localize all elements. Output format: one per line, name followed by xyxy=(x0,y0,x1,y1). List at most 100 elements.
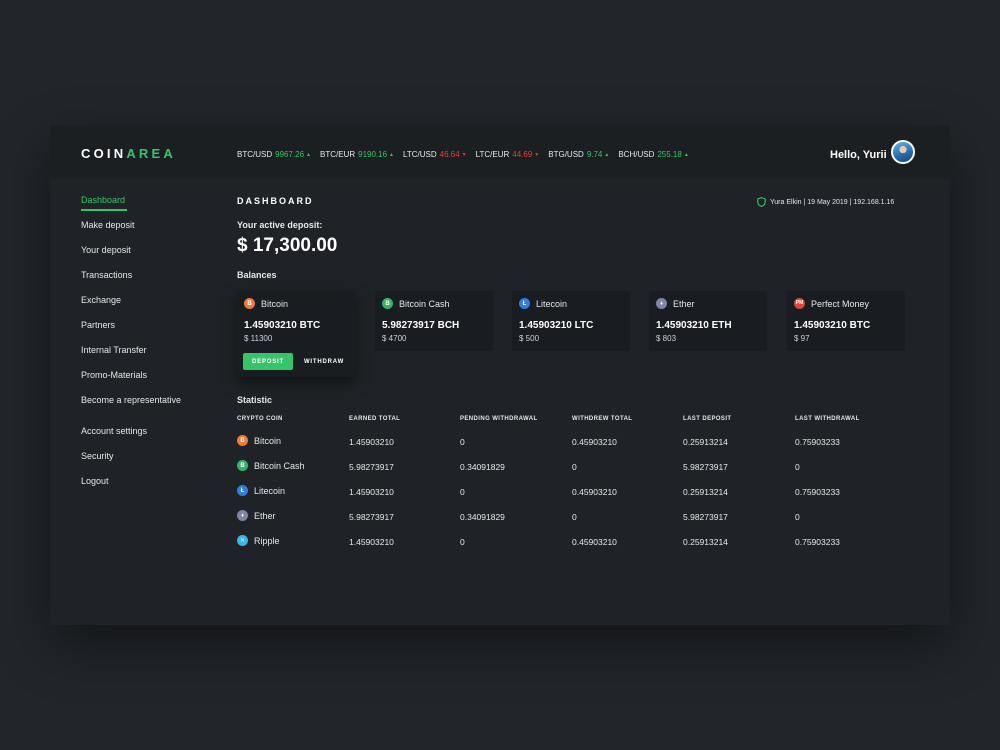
coin-cell: ✕ Ripple xyxy=(237,535,280,546)
deposit-button[interactable]: DEPOSIT xyxy=(243,353,293,370)
card-amount: 1.45903210 BTC xyxy=(794,320,871,331)
last-withdrawal-cell: 0 xyxy=(795,512,800,522)
earned-total-cell: 5.98273917 xyxy=(349,512,394,522)
sidebar-item-dashboard[interactable]: Dashboard xyxy=(81,195,127,211)
ticker-item-bch-usd: BCH/USD 255.18 ▲ xyxy=(618,150,688,159)
coin-name: Litecoin xyxy=(254,485,286,496)
pending-withdrawal-cell: 0 xyxy=(460,487,465,497)
shield-icon xyxy=(757,197,766,207)
sidebar-item-security[interactable]: Security xyxy=(81,451,114,461)
avatar[interactable] xyxy=(891,140,915,164)
coin-cell: Ł Litecoin xyxy=(237,485,285,496)
ether-icon: ♦ xyxy=(656,298,667,309)
withdraw-button[interactable]: WITHDRAW xyxy=(299,353,349,370)
ticker-pair: BTC/USD xyxy=(237,150,273,159)
last-deposit-cell: 5.98273917 xyxy=(683,462,728,472)
card-header: ♦ Ether xyxy=(656,298,695,309)
ticker-value: 9190.16 xyxy=(358,150,388,159)
ticker-pair: BTG/USD xyxy=(548,150,584,159)
coin-name: Bitcoin Cash xyxy=(254,460,305,471)
pending-withdrawal-cell: 0 xyxy=(460,437,465,447)
table-row: Ł Litecoin 1.45903210 0 0.45903210 0.259… xyxy=(237,485,897,499)
balance-card-litecoin[interactable]: Ł Litecoin 1.45903210 LTC $ 500 xyxy=(512,291,630,351)
coin-cell: B Bitcoin Cash xyxy=(237,460,305,471)
arrow-down-icon: ▼ xyxy=(461,151,467,158)
sidebar-item-label: Account settings xyxy=(81,426,148,436)
active-deposit-amount: $ 17,300.00 xyxy=(237,235,338,256)
coin-name: Ether xyxy=(254,510,276,521)
column-header-withdrew-total: WITHDREW TOTAL xyxy=(572,416,633,422)
table-row: ✕ Ripple 1.45903210 0 0.45903210 0.25913… xyxy=(237,535,897,549)
card-header: B Bitcoin Cash xyxy=(382,298,450,309)
coin-cell: ♦ Ether xyxy=(237,510,276,521)
litecoin-icon: Ł xyxy=(519,298,530,309)
price-ticker: BTC/USD 9967.26 ▲ BTC/EUR 9190.16 ▲ LTC/… xyxy=(237,150,689,159)
sidebar-item-promo-materials[interactable]: Promo-Materials xyxy=(81,370,147,380)
card-amount: 5.98273917 BCH xyxy=(382,320,460,331)
sidebar-item-account-settings[interactable]: Account settings xyxy=(81,426,147,436)
balance-card-ether[interactable]: ♦ Ether 1.45903210 ETH $ 803 xyxy=(649,291,767,351)
sidebar-item-transactions[interactable]: Transactions xyxy=(81,270,132,280)
sidebar-item-label: Your deposit xyxy=(81,245,131,255)
ticker-pair: BTC/EUR xyxy=(320,150,356,159)
balances-label: Balances xyxy=(237,270,277,280)
user-greeting: Hello, Yurii xyxy=(830,149,887,161)
card-header: PM Perfect Money xyxy=(794,298,869,309)
card-header: Ł Litecoin xyxy=(519,298,567,309)
bitcoin-cash-icon: B xyxy=(237,460,248,471)
table-row: ♦ Ether 5.98273917 0.34091829 0 5.982739… xyxy=(237,510,897,524)
balance-card-bitcoin-cash[interactable]: B Bitcoin Cash 5.98273917 BCH $ 4700 xyxy=(375,291,493,351)
column-header-last-withdrawal: LAST WITHDRAWAL xyxy=(795,416,860,422)
pending-withdrawal-cell: 0.34091829 xyxy=(460,512,505,522)
sidebar-item-label: Dashboard xyxy=(81,195,126,205)
sidebar-item-your-deposit[interactable]: Your deposit xyxy=(81,245,131,255)
sidebar-item-make-deposit[interactable]: Make deposit xyxy=(81,220,135,230)
session-text: Yura Elkin | 19 May 2019 | 192.168.1.16 xyxy=(770,198,895,206)
card-coin-name: Bitcoin Cash xyxy=(399,298,450,309)
session-info: Yura Elkin | 19 May 2019 | 192.168.1.16 xyxy=(757,197,909,207)
arrow-up-icon: ▲ xyxy=(683,151,689,158)
withdrew-total-cell: 0 xyxy=(572,462,577,472)
sidebar-item-label: Become a representative xyxy=(81,395,182,405)
card-amount: 1.45903210 LTC xyxy=(519,320,594,331)
app-window: COINAREA BTC/USD 9967.26 ▲ BTC/EUR 9190.… xyxy=(50,125,950,625)
earned-total-cell: 1.45903210 xyxy=(349,437,394,447)
sidebar-item-exchange[interactable]: Exchange xyxy=(81,295,121,305)
pending-withdrawal-cell: 0.34091829 xyxy=(460,462,505,472)
withdrew-total-cell: 0.45903210 xyxy=(572,537,617,547)
last-deposit-cell: 0.25913214 xyxy=(683,487,728,497)
column-header-earned-total: EARNED TOTAL xyxy=(349,416,401,422)
coin-cell: B Bitcoin xyxy=(237,435,281,446)
coin-name: Bitcoin xyxy=(254,435,282,446)
table-row: B Bitcoin 1.45903210 0 0.45903210 0.2591… xyxy=(237,435,897,449)
balance-card-bitcoin[interactable]: B Bitcoin 1.45903210 BTC $ 11300 DEPOSIT… xyxy=(237,291,355,377)
balance-card-perfect-money[interactable]: PM Perfect Money 1.45903210 BTC $ 97 xyxy=(787,291,905,351)
ticker-item-ltc-eur: LTC/EUR 44.69 ▼ xyxy=(476,150,540,159)
last-deposit-cell: 0.25913214 xyxy=(683,537,728,547)
sidebar-item-partners[interactable]: Partners xyxy=(81,320,115,330)
sidebar-item-logout[interactable]: Logout xyxy=(81,476,109,486)
ticker-value: 9.74 xyxy=(586,150,603,159)
arrow-up-icon: ▲ xyxy=(306,151,311,158)
top-bar: COINAREA BTC/USD 9967.26 ▲ BTC/EUR 9190.… xyxy=(50,125,950,179)
last-withdrawal-cell: 0.75903233 xyxy=(795,537,840,547)
ticker-item-btc-eur: BTC/EUR 9190.16 ▲ xyxy=(320,150,394,159)
logo-part-1: COIN xyxy=(81,146,127,161)
coin-name: Ripple xyxy=(254,535,280,546)
logo-part-2: AREA xyxy=(126,146,176,161)
sidebar-item-internal-transfer[interactable]: Internal Transfer xyxy=(81,345,147,355)
ticker-item-ltc-usd: LTC/USD 46.64 ▼ xyxy=(403,150,467,159)
column-header-last-deposit: LAST DEPOSIT xyxy=(683,416,732,422)
sidebar-item-label: Internal Transfer xyxy=(81,345,147,355)
ticker-value: 255.18 xyxy=(657,150,682,159)
active-deposit-label: Your active deposit: xyxy=(237,220,323,230)
card-amount: 1.45903210 ETH xyxy=(656,320,732,331)
ticker-value: 44.69 xyxy=(512,150,533,159)
card-amount: 1.45903210 BTC xyxy=(244,320,321,331)
logo[interactable]: COINAREA xyxy=(81,146,176,161)
last-withdrawal-cell: 0.75903233 xyxy=(795,437,840,447)
withdrew-total-cell: 0 xyxy=(572,512,577,522)
sidebar-item-become-representative[interactable]: Become a representative xyxy=(81,395,181,405)
table-row: B Bitcoin Cash 5.98273917 0.34091829 0 5… xyxy=(237,460,897,474)
ether-icon: ♦ xyxy=(237,510,248,521)
